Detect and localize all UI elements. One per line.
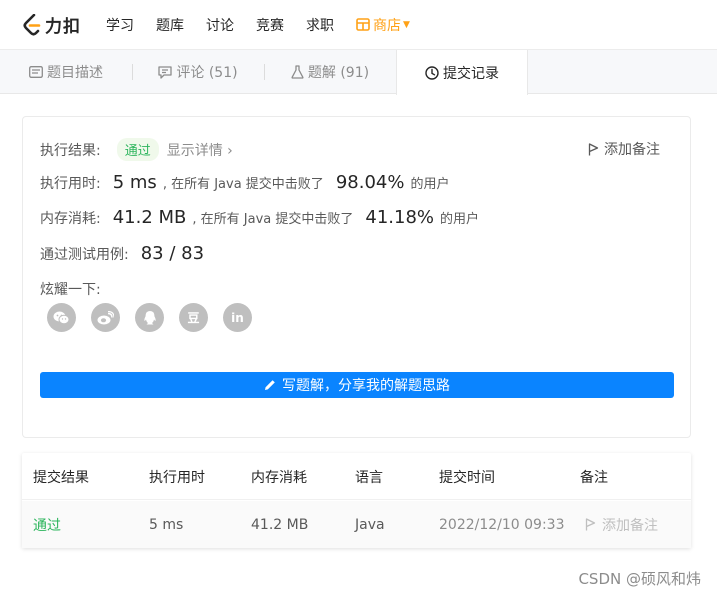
nav-jobs[interactable]: 求职 (306, 15, 334, 35)
linkedin-icon: in (231, 310, 244, 325)
submissions-table: 提交结果 执行用时 内存消耗 语言 提交时间 备注 通过 5 ms 41.2 M… (22, 453, 691, 548)
problem-tabs: 题目描述 评论 (51) 题解 (91) 提交记录 (0, 50, 717, 95)
weibo-icon (97, 310, 114, 324)
chevron-down-icon: ▼ (403, 19, 410, 30)
header-language: 语言 (355, 469, 383, 486)
tests-value: 83 / 83 (140, 243, 205, 264)
header-submit-time: 提交时间 (439, 469, 495, 486)
share-qq-button[interactable] (135, 303, 164, 332)
share-linkedin-button[interactable]: in (223, 303, 252, 332)
status-row: 执行结果: 通过 显示详情 › (40, 138, 233, 161)
top-navbar: 力扣 学习 题库 讨论 竞赛 求职 商店 ▼ (0, 0, 717, 50)
runtime-label: 执行用时: (40, 176, 101, 192)
add-note-link[interactable]: 添加备注 (588, 139, 660, 159)
nav-discuss[interactable]: 讨论 (206, 15, 234, 35)
nav-store[interactable]: 商店 ▼ (356, 15, 410, 35)
qq-icon (143, 310, 156, 324)
share-douban-button[interactable]: 豆 (179, 303, 208, 332)
write-solution-button[interactable]: 写题解，分享我的解题思路 (40, 372, 674, 398)
tab-description[interactable]: 题目描述 (0, 50, 132, 94)
memory-row: 内存消耗: 41.2 MB , 在所有 Java 提交中击败了 41.18% 的… (40, 207, 479, 228)
share-label: 炫耀一下: (40, 282, 101, 298)
nav-store-label: 商店 (373, 17, 401, 34)
store-icon (356, 18, 370, 31)
row-add-note-label: 添加备注 (602, 517, 658, 534)
leetcode-logo[interactable]: 力扣 (22, 12, 81, 37)
status-label: 执行结果: (40, 143, 101, 159)
share-weibo-button[interactable] (91, 303, 120, 332)
tab-comments-label: 评论 (51) (176, 65, 238, 81)
header-note: 备注 (580, 469, 608, 486)
tab-solutions-label: 题解 (91) (307, 65, 370, 81)
memory-description: , 在所有 Java 提交中击败了 (192, 212, 354, 227)
runtime-description: , 在所有 Java 提交中击败了 (162, 177, 324, 192)
leetcode-logo-icon (23, 13, 41, 36)
share-wechat-button[interactable] (47, 303, 76, 332)
tab-submissions[interactable]: 提交记录 (396, 50, 528, 95)
share-buttons: 豆 in (47, 303, 267, 332)
nav-problems[interactable]: 题库 (156, 15, 184, 35)
tab-description-label: 题目描述 (47, 65, 103, 81)
write-solution-label: 写题解，分享我的解题思路 (282, 378, 450, 394)
memory-label: 内存消耗: (40, 211, 101, 227)
flask-icon (291, 65, 304, 79)
memory-percentile: 41.18% (365, 207, 435, 228)
row-language: Java (355, 516, 385, 533)
douban-icon: 豆 (187, 311, 200, 325)
brand-name: 力扣 (45, 17, 81, 37)
header-memory: 内存消耗 (251, 469, 307, 486)
flag-icon (588, 142, 599, 155)
table-row[interactable]: 通过 5 ms 41.2 MB Java 2022/12/10 09:33 添加… (22, 501, 691, 548)
header-runtime: 执行用时 (149, 469, 205, 486)
runtime-row: 执行用时: 5 ms , 在所有 Java 提交中击败了 98.04% 的用户 (40, 172, 449, 193)
status-badge: 通过 (116, 138, 159, 161)
nav-learn[interactable]: 学习 (106, 15, 134, 35)
comment-icon (158, 65, 173, 79)
add-note-label: 添加备注 (604, 142, 660, 158)
runtime-percentile: 98.04% (335, 172, 405, 193)
tests-row: 通过测试用例: 83 / 83 (40, 243, 210, 264)
header-result: 提交结果 (33, 469, 89, 486)
flag-icon (585, 518, 596, 531)
submission-result-card: 执行结果: 通过 显示详情 › 添加备注 执行用时: 5 ms , 在所有 Ja… (22, 116, 691, 438)
tab-solutions[interactable]: 题解 (91) (264, 50, 396, 94)
row-runtime: 5 ms (149, 516, 184, 533)
pencil-icon (265, 380, 275, 390)
row-memory: 41.2 MB (251, 516, 309, 533)
description-icon (29, 66, 43, 78)
runtime-tail: 的用户 (410, 177, 450, 192)
memory-tail: 的用户 (440, 212, 480, 227)
tests-label: 通过测试用例: (40, 247, 129, 263)
show-details-link[interactable]: 显示详情 › (167, 140, 233, 160)
row-result[interactable]: 通过 (33, 501, 61, 548)
row-submit-time: 2022/12/10 09:33 (439, 516, 565, 533)
memory-value: 41.2 MB (112, 207, 187, 228)
tab-submissions-label: 提交记录 (443, 65, 499, 82)
wechat-icon (53, 311, 70, 324)
table-header: 提交结果 执行用时 内存消耗 语言 提交时间 备注 (22, 453, 691, 500)
watermark: CSDN @硕风和炜 (578, 570, 701, 588)
row-add-note[interactable]: 添加备注 (585, 501, 658, 548)
share-row-label: 炫耀一下: (40, 279, 101, 299)
nav-contest[interactable]: 竞赛 (256, 15, 284, 35)
tab-comments[interactable]: 评论 (51) (132, 50, 264, 94)
clock-icon (425, 65, 439, 80)
runtime-value: 5 ms (112, 172, 157, 193)
